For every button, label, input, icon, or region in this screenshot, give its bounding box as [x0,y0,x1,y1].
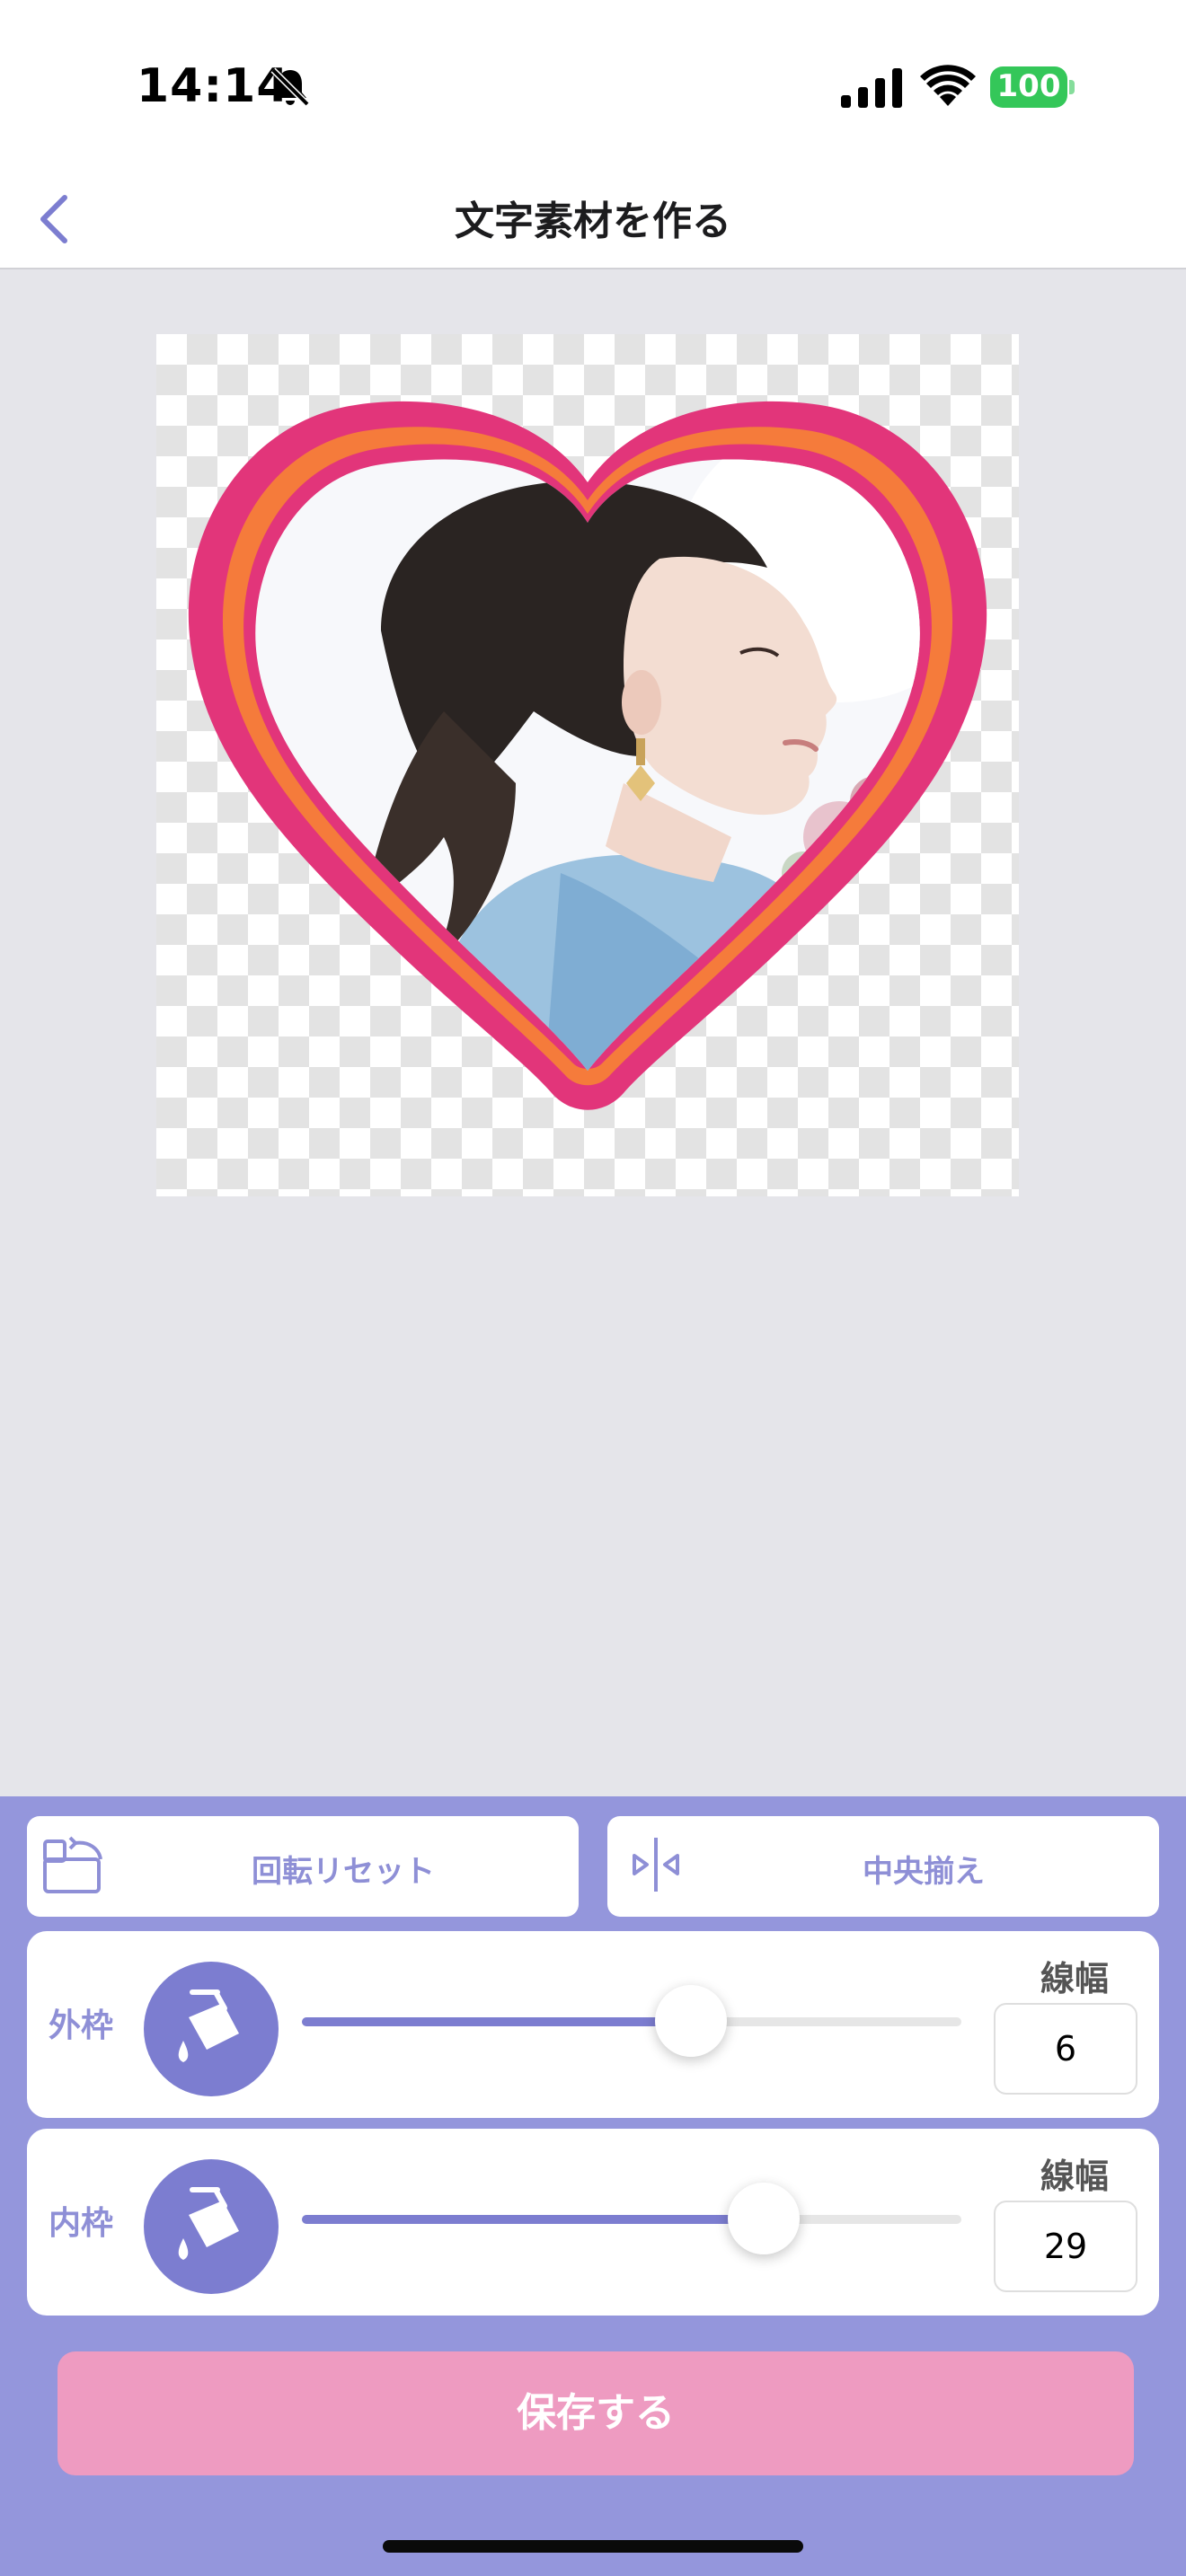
outer-frame-slider[interactable] [302,1985,961,2057]
bell-slash-icon [270,67,310,107]
inner-frame-slider-thumb[interactable] [727,2183,800,2254]
outer-frame-width-label: 線幅 [1040,1959,1109,1998]
outer-frame-slider-fill [302,2017,692,2026]
navigation-bar: 文字素材を作る [0,171,1186,269]
inner-frame-row: 内枠 線幅 29 [27,2129,1159,2316]
battery-level: 100 [996,68,1061,104]
inner-frame-width-value: 29 [1043,2227,1088,2266]
paint-bucket-icon [178,1989,239,2062]
control-panel: 回転リセット 中央揃え 外枠 線幅 6 内枠 線幅 29 保存する [0,1796,1186,2576]
image-preview[interactable] [156,334,1019,1196]
paint-bucket-icon [178,2187,239,2260]
outer-frame-slider-thumb[interactable] [655,1985,728,2057]
canvas-area [0,269,1186,1796]
outer-frame-color-button[interactable] [144,1962,279,2096]
outer-frame-row: 外枠 線幅 6 [27,1931,1159,2118]
inner-frame-width-label: 線幅 [1040,2157,1109,2196]
battery-icon: 100 [990,66,1075,108]
heart-frame-image [188,401,987,1110]
page-title: 文字素材を作る [455,198,731,244]
inner-frame-slider-fill [302,2215,764,2224]
rotate-reset-button[interactable]: 回転リセット [27,1816,579,1917]
outer-frame-width-field[interactable]: 6 [994,2003,1137,2095]
center-align-button[interactable]: 中央揃え [607,1816,1159,1917]
outer-frame-width-value: 6 [1054,2029,1077,2069]
inner-frame-color-button[interactable] [144,2159,279,2294]
wifi-icon [920,65,976,106]
inner-frame-slider[interactable] [302,2183,961,2254]
center-align-label: 中央揃え [863,1854,985,1890]
status-time: 14:14 [137,59,290,113]
inner-frame-width-field[interactable]: 29 [994,2201,1137,2292]
save-button[interactable]: 保存する [58,2351,1134,2475]
home-indicator [383,2540,803,2553]
inner-frame-label: 内枠 [49,2205,114,2242]
rotate-reset-label: 回転リセット [252,1854,435,1890]
save-button-label: 保存する [517,2390,675,2436]
outer-frame-label: 外枠 [49,2007,114,2044]
cellular-signal-icon [841,68,902,108]
status-bar: 14:14 100 [0,0,1186,171]
